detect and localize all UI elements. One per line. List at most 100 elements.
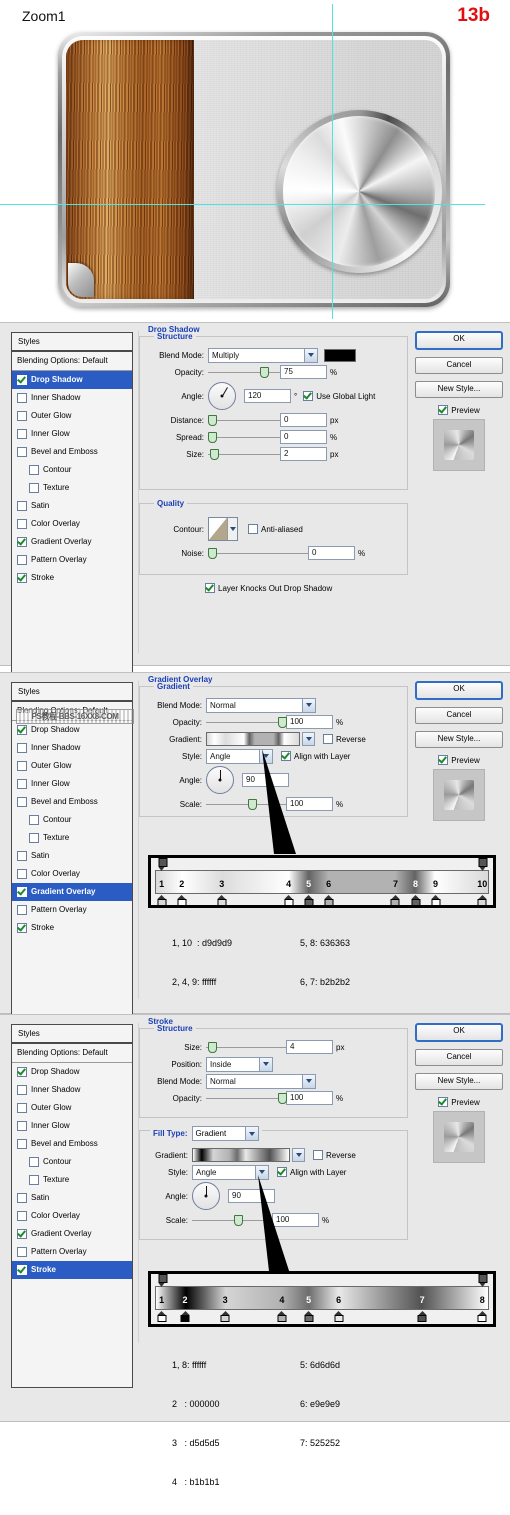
checkbox-inner-shadow[interactable] — [17, 1085, 27, 1095]
shadow-color-swatch[interactable] — [324, 348, 356, 362]
sidebar-item-pattern-overlay[interactable]: Pattern Overlay — [12, 1243, 132, 1261]
checkbox-stroke[interactable] — [17, 1265, 27, 1275]
sidebar-item-inner-glow[interactable]: Inner Glow — [12, 1117, 132, 1135]
checkbox-stroke[interactable] — [17, 923, 27, 933]
distance-input[interactable]: 0 — [280, 413, 327, 427]
sidebar-item-contour[interactable]: Contour — [12, 811, 132, 829]
size-input[interactable]: 2 — [280, 447, 327, 461]
color-stop[interactable] — [477, 895, 487, 906]
checkbox-drop-shadow[interactable] — [17, 725, 27, 735]
reverse-checkbox[interactable]: Reverse — [323, 734, 366, 744]
spread-input[interactable]: 0 — [280, 430, 327, 444]
checkbox-gradient-overlay[interactable] — [17, 537, 27, 547]
layer-style-dialog-drop-shadow[interactable]: Styles Blending Options: Default Drop Sh… — [0, 322, 510, 691]
sidebar-item-outer-glow[interactable]: Outer Glow — [12, 407, 132, 425]
styles-list-panel[interactable]: Styles Blending Options: Default Drop Sh… — [11, 332, 133, 691]
color-stop[interactable] — [431, 895, 441, 906]
sidebar-item-bevel-and-emboss[interactable]: Bevel and Emboss — [12, 443, 132, 461]
checkbox-inner-glow[interactable] — [17, 1121, 27, 1131]
color-stop[interactable] — [217, 895, 227, 906]
chevron-down-icon[interactable] — [302, 1074, 315, 1088]
checkbox-color-overlay[interactable] — [17, 869, 27, 879]
checkbox-contour[interactable] — [29, 815, 39, 825]
color-stop[interactable] — [284, 895, 294, 906]
checkbox-pattern-overlay[interactable] — [17, 555, 27, 565]
sidebar-item-inner-shadow[interactable]: Inner Shadow — [12, 1081, 132, 1099]
checkbox-satin[interactable] — [17, 1193, 27, 1203]
fill-type-select[interactable]: Gradient — [191, 1126, 259, 1141]
gradient-preview[interactable] — [192, 1148, 290, 1162]
opacity-slider[interactable] — [206, 1093, 287, 1104]
chevron-down-icon[interactable] — [259, 1057, 272, 1071]
sidebar-item-satin[interactable]: Satin — [12, 497, 132, 515]
checkbox-color-overlay[interactable] — [17, 519, 27, 529]
color-stop[interactable] — [177, 895, 187, 906]
color-stop[interactable] — [277, 1311, 287, 1322]
color-stop[interactable] — [157, 895, 167, 906]
contour-picker[interactable] — [208, 517, 238, 541]
layer-style-dialog-gradient-overlay[interactable]: Styles Blending Options: Default PS教程-BB… — [0, 672, 510, 1038]
blend-mode-select[interactable]: Normal — [206, 697, 316, 713]
chevron-down-icon[interactable] — [227, 518, 237, 540]
noise-slider[interactable] — [208, 548, 308, 559]
anti-aliased-checkbox[interactable]: Anti-aliased — [248, 524, 303, 534]
checkbox-knocks-out[interactable] — [205, 583, 215, 593]
chevron-down-icon[interactable] — [292, 1148, 305, 1162]
checkbox-color-overlay[interactable] — [17, 1211, 27, 1221]
blending-options-row[interactable]: Blending Options: Default — [12, 1044, 132, 1063]
preview-checkbox[interactable]: Preview — [415, 405, 503, 415]
chevron-down-icon[interactable] — [304, 348, 317, 362]
checkbox-outer-glow[interactable] — [17, 411, 27, 421]
checkbox-reverse[interactable] — [323, 734, 333, 744]
opacity-input[interactable]: 75 — [280, 365, 327, 379]
checkbox-preview[interactable] — [438, 405, 449, 415]
color-stop[interactable] — [304, 895, 314, 906]
blending-options-row[interactable]: Blending Options: Default — [12, 352, 132, 371]
sidebar-item-stroke[interactable]: Stroke — [12, 919, 132, 937]
checkbox-anti-aliased[interactable] — [248, 524, 258, 534]
styles-list-panel[interactable]: Styles Blending Options: Default Drop Sh… — [11, 1024, 133, 1388]
gradient-editor-2[interactable]: 1 2 3 4 5 6 7 8 9 10 — [148, 855, 496, 908]
color-stop[interactable] — [411, 895, 421, 906]
sidebar-item-bevel-and-emboss[interactable]: Bevel and Emboss — [12, 1135, 132, 1153]
angle-input[interactable]: 120 — [244, 389, 291, 403]
opacity-stop[interactable] — [158, 858, 168, 871]
checkbox-inner-shadow[interactable] — [17, 743, 27, 753]
chevron-down-icon[interactable] — [302, 698, 315, 712]
checkbox-bevel-and-emboss[interactable] — [17, 797, 27, 807]
checkbox-stroke[interactable] — [17, 573, 27, 583]
gradient-editor-3[interactable]: 1 2 3 4 5 6 7 8 — [148, 1271, 496, 1327]
sidebar-item-satin[interactable]: Satin — [12, 1189, 132, 1207]
color-stop[interactable] — [157, 1311, 167, 1322]
ok-button[interactable]: OK — [415, 331, 503, 350]
color-stop[interactable] — [477, 1311, 487, 1322]
angle-dial[interactable] — [208, 382, 236, 410]
gradient-preview[interactable] — [206, 732, 300, 746]
checkbox-texture[interactable] — [29, 833, 39, 843]
size-slider[interactable] — [208, 449, 280, 460]
checkbox-satin[interactable] — [17, 851, 27, 861]
color-stop[interactable] — [220, 1311, 230, 1322]
checkbox-satin[interactable] — [17, 501, 27, 511]
sidebar-item-drop-shadow[interactable]: Drop Shadow — [12, 721, 132, 739]
spread-slider[interactable] — [208, 432, 280, 443]
color-stop[interactable] — [390, 895, 400, 906]
ok-button[interactable]: OK — [415, 1023, 503, 1042]
reverse-checkbox[interactable]: Reverse — [313, 1150, 356, 1160]
sidebar-item-gradient-overlay[interactable]: Gradient Overlay — [12, 1225, 132, 1243]
size-slider[interactable] — [206, 1042, 286, 1053]
sidebar-item-texture[interactable]: Texture — [12, 1171, 132, 1189]
sidebar-item-drop-shadow[interactable]: Drop Shadow — [12, 1063, 132, 1081]
sidebar-item-contour[interactable]: Contour — [12, 1153, 132, 1171]
cancel-button[interactable]: Cancel — [415, 1049, 503, 1066]
layer-knocks-out-checkbox[interactable]: Layer Knocks Out Drop Shadow — [205, 583, 408, 593]
checkbox-inner-glow[interactable] — [17, 779, 27, 789]
checkbox-texture[interactable] — [29, 483, 39, 493]
opacity-slider[interactable] — [206, 717, 287, 728]
checkbox-bevel-and-emboss[interactable] — [17, 1139, 27, 1149]
sidebar-item-bevel-and-emboss[interactable]: Bevel and Emboss — [12, 793, 132, 811]
sidebar-item-outer-glow[interactable]: Outer Glow — [12, 757, 132, 775]
opacity-stop[interactable] — [478, 858, 488, 871]
color-stop[interactable] — [304, 1311, 314, 1322]
styles-list-panel[interactable]: Styles Blending Options: Default PS教程-BB… — [11, 682, 134, 1038]
